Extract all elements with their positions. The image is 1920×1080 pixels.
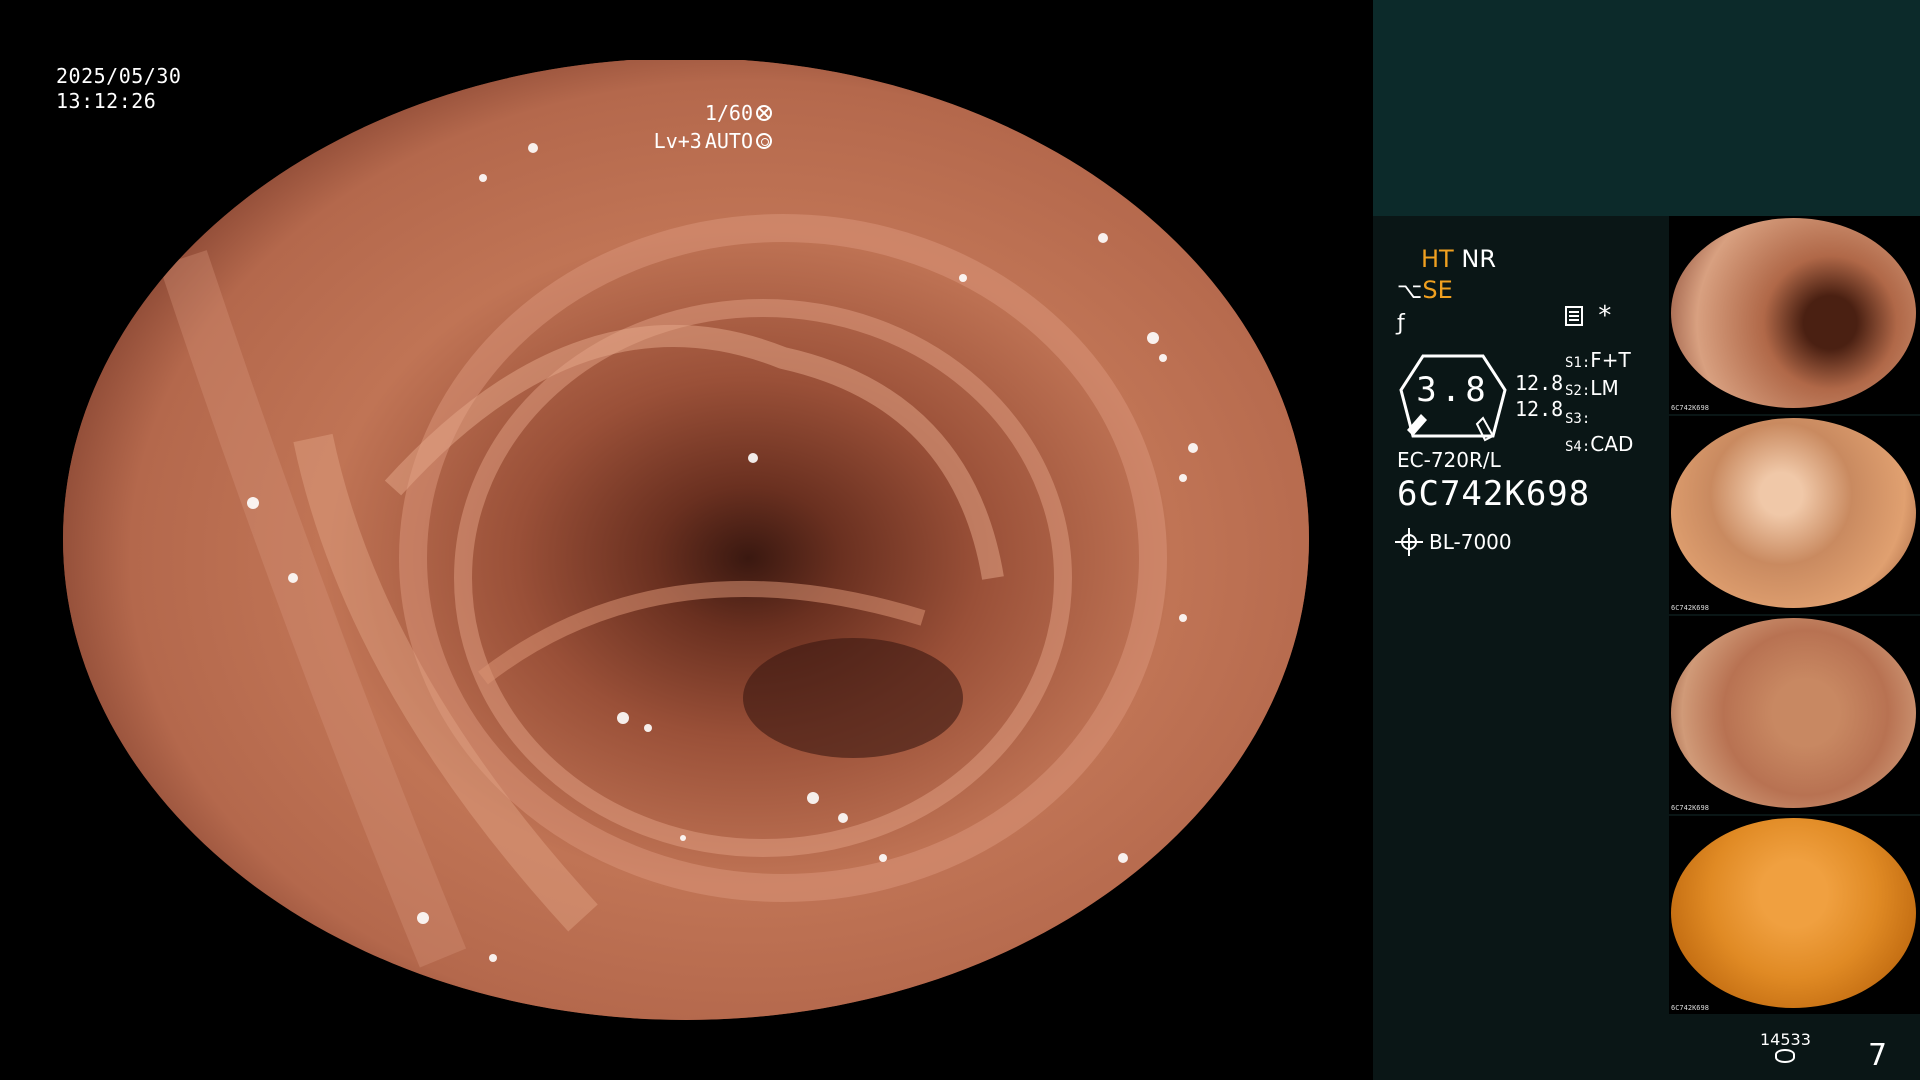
light-source: BL-7000: [1395, 528, 1512, 556]
water-icon: ƒ: [1397, 311, 1405, 336]
scope-model: EC-720R/L: [1397, 448, 1501, 472]
slot-2: S2:LM: [1565, 376, 1619, 400]
endoscope-video-area: 2025/05/30 13:12:26 1/60 Lv+3 AUTO: [0, 0, 1372, 1080]
time-text: 13:12:26: [56, 89, 157, 113]
image-count: 7: [1868, 1038, 1888, 1073]
thumbnail-image: [1671, 818, 1916, 1008]
slot-3: S3:: [1565, 411, 1591, 427]
scope-icon: ⌥: [1397, 279, 1423, 304]
magnification-gauge: 3.8: [1397, 352, 1509, 444]
sun-icon: [1395, 528, 1423, 556]
free-count: 14533: [1760, 1030, 1811, 1049]
storage-counter: 14533: [1760, 1030, 1811, 1063]
brightness-level-text: Lv+3: [653, 129, 702, 153]
right-top-panel: [1373, 0, 1920, 216]
slot-4: S4:CAD: [1565, 432, 1634, 456]
gauge-numbers: 12.8 12.8: [1515, 370, 1563, 422]
thumbnail-image: [1671, 618, 1916, 808]
iris-mode-text: AUTO: [704, 129, 753, 153]
thumbnail-2[interactable]: 6C742K698: [1669, 416, 1920, 614]
thumbnail-1[interactable]: 6C742K698: [1669, 216, 1920, 414]
nr-mode-label: NR: [1461, 245, 1496, 273]
endoscope-live-image: [63, 60, 1309, 1020]
report-icon: [1565, 306, 1583, 326]
processing-modes: HT NR ⌥SE ƒ: [1397, 244, 1496, 339]
thumbnail-image: [1671, 418, 1916, 608]
exposure-overlay: 1/60 Lv+3 AUTO: [654, 99, 772, 155]
gauge-number-bottom: 12.8: [1515, 397, 1564, 421]
disk-icon: [1775, 1049, 1796, 1063]
shutter-speed-text: 1/60: [704, 101, 753, 125]
ht-mode-label: HT: [1421, 245, 1454, 273]
se-mode-label: SE: [1422, 276, 1453, 304]
thumbnail-3[interactable]: 6C742K698: [1669, 616, 1920, 814]
asterisk-icon: *: [1597, 301, 1613, 331]
date-text: 2025/05/30: [56, 64, 182, 88]
status-panel: HT NR ⌥SE ƒ * 3.8 12.8 12.8 S1:F+T S2:LM…: [1373, 216, 1920, 1080]
thumbnail-serial: 6C742K698: [1671, 1004, 1709, 1012]
gauge-number-top: 12.8: [1515, 371, 1564, 395]
gauge-value: 3.8: [1416, 370, 1490, 410]
colon-lumen-image: [63, 60, 1309, 1020]
thumbnail-serial: 6C742K698: [1671, 804, 1709, 812]
thumbnail-image: [1671, 218, 1916, 408]
thumbnail-serial: 6C742K698: [1671, 604, 1709, 612]
light-source-label: BL-7000: [1429, 530, 1512, 554]
status-icons: *: [1565, 301, 1613, 331]
date-time-overlay: 2025/05/30 13:12:26: [56, 64, 181, 114]
scope-serial: 6C742K698: [1397, 474, 1591, 514]
aperture-icon: [756, 133, 772, 149]
slot-1: S1:F+T: [1565, 348, 1631, 372]
thumbnail-4[interactable]: 6C742K698: [1669, 816, 1920, 1014]
scope-switch-assignments: S1:F+T S2:LM S3: S4:CAD: [1565, 348, 1633, 460]
thumbnail-serial: 6C742K698: [1671, 404, 1709, 412]
shutter-icon: [756, 105, 772, 121]
